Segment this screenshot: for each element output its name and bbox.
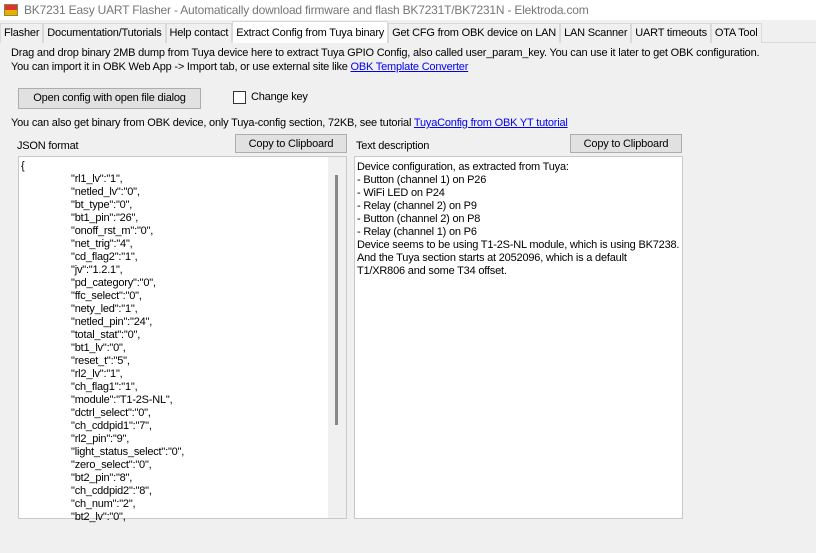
tab-get-cfg-from-obk-device-on-lan[interactable]: Get CFG from OBK device on LAN xyxy=(388,23,561,43)
description-line: - Relay (channel 2) on P9 xyxy=(357,200,477,212)
json-copy-button[interactable]: Copy to Clipboard xyxy=(235,134,347,153)
text-description-label: Text description xyxy=(356,140,430,152)
json-line: "rl2_pin":"9", xyxy=(71,433,130,445)
intro-line-2: You can import it in OBK Web App -> Impo… xyxy=(11,61,468,73)
json-line: "rl2_lv":"1", xyxy=(71,368,123,380)
json-line: "jv":"1.2.1", xyxy=(71,264,123,276)
description-line: - Relay (channel 1) on P6 xyxy=(357,226,477,238)
tab-flasher[interactable]: Flasher xyxy=(0,23,44,43)
json-line: "onoff_rst_m":"0", xyxy=(71,225,154,237)
json-line: "bt2_lv":"0", xyxy=(71,511,126,523)
obk-note-text: You can also get binary from OBK device,… xyxy=(11,117,414,129)
json-line: "netled_pin":"24", xyxy=(71,316,153,328)
json-textarea[interactable]: { "rl1_lv":"1", "netled_lv":"0", "bt_type"… xyxy=(18,156,347,523)
json-format-label: JSON format xyxy=(17,140,79,152)
json-line: "reset_t":"5", xyxy=(71,355,130,367)
json-line: "rl1_lv":"1", xyxy=(71,173,123,185)
json-line: "bt1_pin":"26", xyxy=(71,212,139,224)
description-line: - Button (channel 1) on P26 xyxy=(357,174,487,186)
json-line: "nety_led":"1", xyxy=(71,303,138,315)
tuyaconfig-tutorial-link[interactable]: TuyaConfig from OBK YT tutorial xyxy=(414,117,568,129)
description-line: Device seems to be using T1-2S-NL module… xyxy=(357,239,680,251)
window-title: BK7231 Easy UART Flasher - Automatically… xyxy=(24,3,589,17)
tab-help-contact[interactable]: Help contact xyxy=(165,23,233,43)
json-line: "cd_flag2":"1", xyxy=(71,251,138,263)
open-config-button[interactable]: Open config with open file dialog xyxy=(18,88,201,109)
change-key-checkbox[interactable] xyxy=(233,91,246,104)
description-line: Device configuration, as extracted from … xyxy=(357,161,569,173)
json-open-brace: { xyxy=(21,160,25,172)
json-line: "netled_lv":"0", xyxy=(71,186,140,198)
json-line: "ch_flag1":"1", xyxy=(71,381,138,393)
app-icon xyxy=(4,4,18,16)
json-line: "bt2_pin":"8", xyxy=(71,472,133,484)
change-key-label: Change key xyxy=(251,91,308,103)
tab-documentation-tutorials[interactable]: Documentation/Tutorials xyxy=(43,23,166,43)
json-line: "dctrl_select":"0", xyxy=(71,407,151,419)
intro-text: You can import it in OBK Web App -> Impo… xyxy=(11,61,351,73)
text-description-textarea[interactable]: Device configuration, as extracted from … xyxy=(354,156,683,519)
description-line: - WiFi LED on P24 xyxy=(357,187,445,199)
json-line: "ffc_select":"0", xyxy=(71,290,142,302)
json-line: "bt_type":"0", xyxy=(71,199,133,211)
json-line: "zero_select":"0", xyxy=(71,459,152,471)
json-line: "ch_cddpid2":"8", xyxy=(71,485,152,497)
tab-ota-tool[interactable]: OTA Tool xyxy=(710,23,762,43)
tab-bar: Flasher Documentation/Tutorials Help conta… xyxy=(0,21,816,43)
scrollbar-thumb[interactable] xyxy=(335,175,338,425)
json-line: "light_status_select":"0", xyxy=(71,446,185,458)
description-line: T1/XR806 and some T34 offset. xyxy=(357,265,507,277)
json-line: "ch_num":"2", xyxy=(71,498,136,510)
json-line: "net_trig":"4", xyxy=(71,238,133,250)
tab-extract-config-from-tuya-binary[interactable]: Extract Config from Tuya binary xyxy=(232,21,389,43)
json-line: "pd_category":"0", xyxy=(71,277,156,289)
tab-lan-scanner[interactable]: LAN Scanner xyxy=(560,23,632,43)
tab-uart-timeouts[interactable]: UART timeouts xyxy=(631,23,711,43)
title-bar: BK7231 Easy UART Flasher - Automatically… xyxy=(0,0,816,20)
json-line: "total_stat":"0", xyxy=(71,329,141,341)
description-line: - Button (channel 2) on P8 xyxy=(357,213,481,225)
obk-note: You can also get binary from OBK device,… xyxy=(11,117,568,129)
json-scrollbar[interactable] xyxy=(328,157,346,518)
intro-line-1: Drag and drop binary 2MB dump from Tuya … xyxy=(11,47,760,59)
description-line: And the Tuya section starts at 2052096, … xyxy=(357,252,627,264)
json-line: "ch_cddpid1":"7", xyxy=(71,420,152,432)
json-line: "bt1_lv":"0", xyxy=(71,342,126,354)
json-line: "module":"T1-2S-NL", xyxy=(71,394,173,406)
obk-template-converter-link[interactable]: OBK Template Converter xyxy=(351,61,469,73)
text-copy-button[interactable]: Copy to Clipboard xyxy=(570,134,682,153)
